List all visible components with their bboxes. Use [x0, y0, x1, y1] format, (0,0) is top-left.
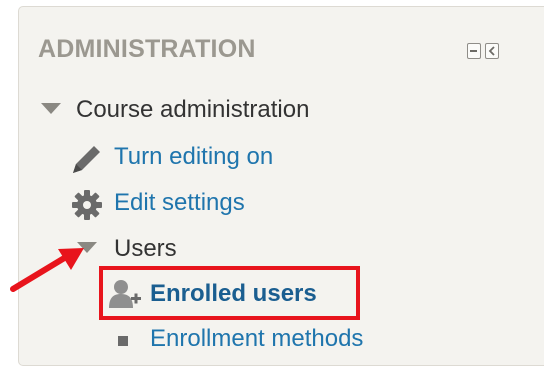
highlight-box [99, 266, 360, 320]
gear-icon [72, 190, 102, 220]
tree-item-course-administration[interactable]: Course administration [76, 96, 309, 124]
pencil-icon [73, 146, 100, 173]
block-title: ADMINISTRATION [38, 35, 256, 63]
annotation-arrow-icon [10, 248, 84, 292]
enrollment-methods-link[interactable]: Enrollment methods [150, 325, 363, 353]
triangle-down-icon[interactable] [40, 102, 62, 116]
bullet-icon [118, 336, 128, 346]
tree-item-users[interactable]: Users [114, 235, 177, 263]
dock-left-icon[interactable] [485, 43, 499, 59]
edit-settings-link[interactable]: Edit settings [114, 189, 245, 217]
turn-editing-on-link[interactable]: Turn editing on [114, 143, 273, 171]
minus-box-icon[interactable] [467, 43, 481, 59]
